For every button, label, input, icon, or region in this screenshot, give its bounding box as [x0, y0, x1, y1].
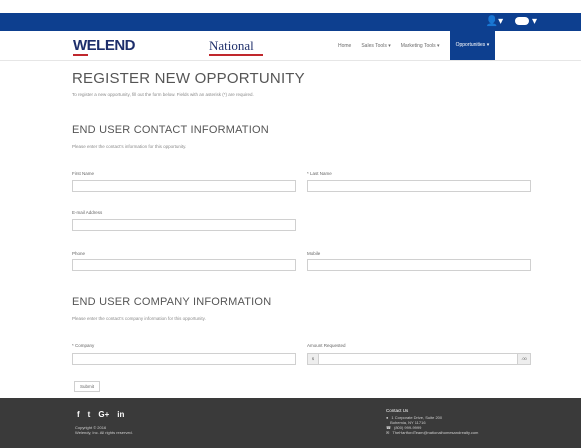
last-name-label: * Last Name: [307, 171, 332, 176]
partner-underline: [209, 54, 263, 56]
page-title: REGISTER NEW OPPORTUNITY: [72, 70, 305, 87]
email-text[interactable]: TheHartfordTeam@nationalhomesandrealty.c…: [392, 430, 478, 435]
company-label: * Company: [72, 343, 95, 348]
cents-suffix: .00: [517, 354, 530, 364]
nav-home[interactable]: Home: [338, 43, 351, 49]
email-line: ✉ TheHartfordTeam@nationalhomesandrealty…: [386, 430, 478, 435]
contact-title: Contact Us: [386, 408, 409, 413]
rights-text: Welendy, Inc. All rights reserved.: [75, 430, 133, 435]
nav-sales-tools[interactable]: Sales Tools ▾: [361, 43, 390, 49]
company-section-title: END USER COMPANY INFORMATION: [72, 296, 272, 308]
form-content: REGISTER NEW OPPORTUNITY To register a n…: [72, 70, 532, 97]
page-frame: 👤▾ ▾ WELEND National Home Sales Tools ▾ …: [0, 0, 581, 448]
facebook-icon[interactable]: f: [77, 410, 80, 419]
twitter-icon[interactable]: t: [88, 410, 91, 419]
mobile-input[interactable]: [307, 259, 531, 271]
copyright-block: Copyright © 2016 Welendy, Inc. All right…: [75, 425, 133, 435]
currency-prefix: $: [308, 354, 319, 364]
mail-icon: ✉: [386, 430, 390, 435]
company-section-subtitle: Please enter the contact's company infor…: [72, 316, 206, 321]
first-name-input[interactable]: [72, 180, 296, 192]
top-bar: 👤▾ ▾: [0, 13, 581, 31]
amount-input[interactable]: [307, 353, 531, 365]
national-logo[interactable]: National: [209, 38, 263, 56]
contact-block: Contact Us ● 1 Corporate Drive, Suite 20…: [386, 408, 478, 435]
last-name-input[interactable]: [307, 180, 531, 192]
settings-icon[interactable]: ▾: [515, 16, 537, 28]
first-name-label: First Name: [72, 171, 95, 176]
welend-logo[interactable]: WELEND: [73, 37, 136, 56]
partner-text: National: [209, 38, 254, 53]
company-input[interactable]: [72, 353, 296, 365]
email-label: E-mail Address: [72, 210, 103, 215]
nav-marketing-tools[interactable]: Marketing Tools ▾: [401, 43, 440, 49]
phone-label: Phone: [72, 251, 86, 256]
logo-text: WELEND: [73, 37, 136, 54]
logo-underline: [73, 54, 88, 56]
email-input[interactable]: [72, 219, 296, 231]
page-subtitle: To register a new opportunity, fill out …: [72, 92, 254, 97]
google-plus-icon[interactable]: G+: [98, 410, 109, 419]
social-links: f t G+ in: [77, 410, 124, 419]
linkedin-icon[interactable]: in: [117, 410, 124, 419]
contact-section-subtitle: Please enter the contact's information f…: [72, 144, 187, 149]
nav-opportunities[interactable]: Opportunities ▾: [449, 31, 496, 60]
top-bar-icons: 👤▾ ▾: [486, 16, 537, 28]
amount-label: Amount Requested: [307, 343, 346, 348]
main-nav: Home Sales Tools ▾ Marketing Tools ▾ Opp…: [338, 31, 496, 60]
contact-section-title: END USER CONTACT INFORMATION: [72, 124, 269, 136]
user-icon[interactable]: 👤▾: [486, 16, 503, 28]
mobile-label: Mobile: [307, 251, 321, 256]
submit-button[interactable]: Submit: [74, 381, 101, 392]
footer: [0, 398, 581, 448]
phone-input[interactable]: [72, 259, 296, 271]
